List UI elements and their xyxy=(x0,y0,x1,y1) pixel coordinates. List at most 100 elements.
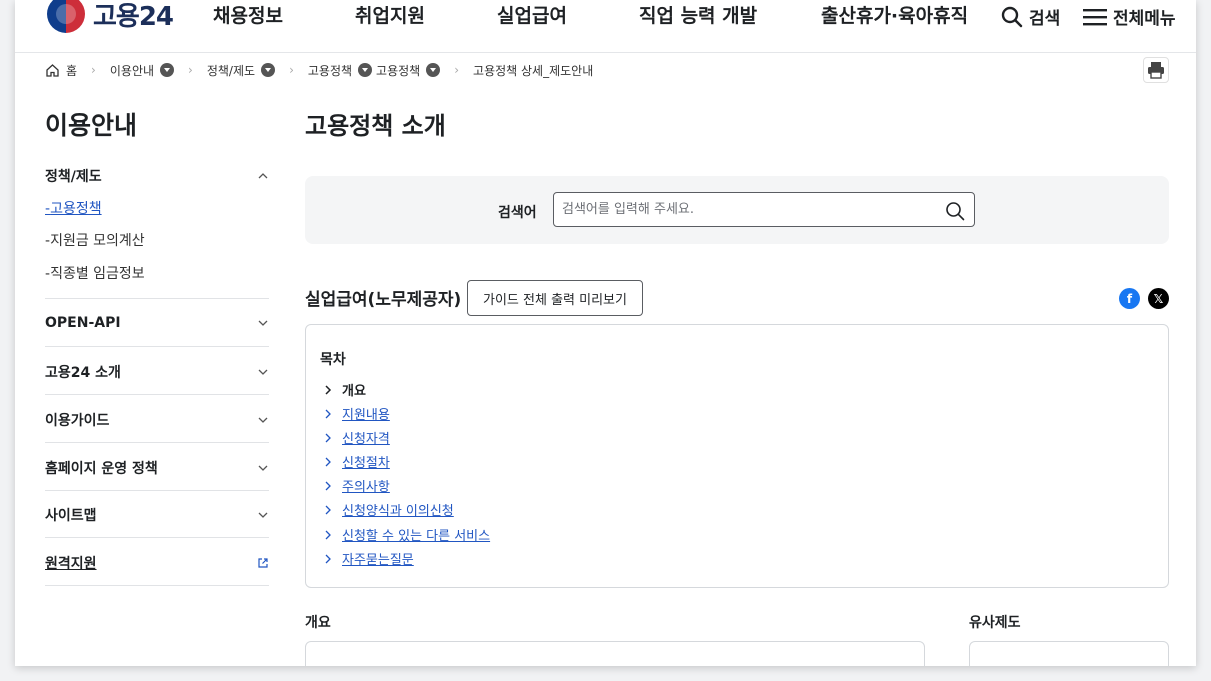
chevron-right-icon xyxy=(325,384,332,395)
sidebar-sub-employment-policy[interactable]: -고용정책 xyxy=(45,198,102,218)
breadcrumb-item-guide[interactable]: 이용안내 xyxy=(110,62,175,79)
toc-item-label: 신청할 수 있는 다른 서비스 xyxy=(342,529,491,544)
toc-item-label: 신청양식과 이의신청 xyxy=(342,504,454,519)
toc-item-label: 신청자격 xyxy=(342,432,390,447)
sidebar-sub-wage-info[interactable]: -직종별 임금정보 xyxy=(45,263,145,283)
logo-mark-icon xyxy=(47,0,85,33)
chevron-down-icon xyxy=(258,320,268,326)
dropdown-icon[interactable] xyxy=(426,63,441,77)
chevron-right-icon xyxy=(325,457,331,466)
external-link-icon xyxy=(258,558,268,568)
divider xyxy=(45,394,269,395)
guide-title: 실업급여(노무제공자) xyxy=(305,290,462,310)
sidebar-sub-subsidy-calc[interactable]: -지원금 모의계산 xyxy=(45,230,145,250)
toc-item-label: 주의사항 xyxy=(342,480,390,495)
divider xyxy=(45,490,269,491)
chevron-right-icon: › xyxy=(91,63,96,77)
sidebar-item-site-policy[interactable]: 홈페이지 운영 정책 xyxy=(45,458,269,478)
overview-panel xyxy=(305,641,925,666)
sidebar-item-open-api[interactable]: OPEN-API xyxy=(45,315,269,331)
dropdown-icon[interactable] xyxy=(160,63,175,77)
chevron-right-icon: › xyxy=(188,63,193,77)
sidebar-item-label: 홈페이지 운영 정책 xyxy=(45,461,158,477)
gnb-menu-parental-leave[interactable]: 출산휴가·육아휴직 xyxy=(821,4,968,28)
breadcrumb: 홈 › 이용안내 › 정책/제도 › 고용정책 고용정책 › 고용정책 상세_제… xyxy=(45,60,593,80)
facebook-share-icon[interactable]: f xyxy=(1119,288,1140,309)
gnb-menu-vocational-training[interactable]: 직업 능력 개발 xyxy=(639,4,757,28)
x-share-icon[interactable]: 𝕏 xyxy=(1148,288,1169,309)
breadcrumb-label: 고용정책 상세_제도안내 xyxy=(473,63,594,78)
sidebar-item-policy[interactable]: 정책/제도 xyxy=(45,166,269,186)
toc-item-overview[interactable]: 개요 xyxy=(324,380,366,399)
gnb-menu-employment-support[interactable]: 취업지원 xyxy=(355,4,425,28)
divider xyxy=(45,585,269,586)
toc-item-other-services[interactable]: 신청할 수 있는 다른 서비스 xyxy=(324,525,490,544)
all-menu-button[interactable]: 전체메뉴 xyxy=(1083,4,1176,29)
dropdown-icon[interactable] xyxy=(261,63,276,77)
gnb-menu-unemployment-benefits[interactable]: 실업급여 xyxy=(497,4,567,28)
breadcrumb-item-policy[interactable]: 정책/제도 xyxy=(206,62,276,79)
toc-item-label: 지원내용 xyxy=(342,408,390,423)
divider xyxy=(45,537,269,538)
chevron-down-icon xyxy=(258,417,268,423)
breadcrumb-label: 고용정책 xyxy=(307,63,353,78)
chevron-up-icon[interactable] xyxy=(257,170,269,182)
sidebar-item-about[interactable]: 고용24 소개 xyxy=(45,362,269,382)
page-frame: 고용24 채용정보 취업지원 실업급여 직업 능력 개발 출산휴가·육아휴직 검… xyxy=(15,0,1196,666)
divider xyxy=(45,442,269,443)
header-search-label: 검색 xyxy=(1029,9,1061,29)
sidebar-sub-label: 고용정책 xyxy=(50,201,102,217)
print-preview-button[interactable]: 가이드 전체 출력 미리보기 xyxy=(467,280,643,316)
chevron-right-icon xyxy=(325,409,331,418)
search-icon[interactable] xyxy=(945,201,965,221)
search-input[interactable] xyxy=(553,192,975,227)
toc-item-cautions[interactable]: 주의사항 xyxy=(324,476,390,495)
dropdown-icon[interactable] xyxy=(358,63,373,77)
global-header: 고용24 채용정보 취업지원 실업급여 직업 능력 개발 출산휴가·육아휴직 검… xyxy=(15,0,1196,53)
logo-text: 고용24 xyxy=(93,1,174,32)
chevron-right-icon xyxy=(325,433,331,442)
toc-item-label: 신청절차 xyxy=(342,456,390,471)
toc-item-support[interactable]: 지원내용 xyxy=(324,404,390,423)
sidebar-item-label: 정책/제도 xyxy=(45,169,102,185)
breadcrumb-home[interactable]: 홈 xyxy=(45,62,77,79)
breadcrumb-label: 고용정책 xyxy=(376,63,421,78)
gnb-menu-jobs[interactable]: 채용정보 xyxy=(213,4,283,28)
overview-title: 개요 xyxy=(305,615,331,631)
chevron-right-icon: › xyxy=(289,63,294,77)
logo[interactable]: 고용24 xyxy=(47,0,174,36)
search-label: 검색어 xyxy=(498,205,537,221)
divider xyxy=(45,298,269,299)
chevron-down-icon xyxy=(258,512,268,518)
divider xyxy=(45,346,269,347)
sidebar-sub-label: 직종별 임금정보 xyxy=(50,266,145,282)
similar-programs-title: 유사제도 xyxy=(969,615,1021,631)
search-icon xyxy=(1001,6,1023,27)
search-panel: 검색어 xyxy=(305,176,1169,244)
sidebar-item-sitemap[interactable]: 사이트맵 xyxy=(45,505,269,525)
chevron-right-icon xyxy=(325,530,331,539)
print-button[interactable] xyxy=(1143,57,1169,83)
breadcrumb-item-employment-policy-2[interactable]: 고용정책 xyxy=(376,62,441,79)
toc-item-eligibility[interactable]: 신청자격 xyxy=(324,428,390,447)
chevron-right-icon xyxy=(325,554,331,563)
sidebar-item-label: 사이트맵 xyxy=(45,508,97,524)
table-of-contents: 목차 개요 지원내용 신청자격 신청절차 주의사항 신청양식과 이의신청 신청할… xyxy=(305,324,1169,588)
toc-item-forms-appeal[interactable]: 신청양식과 이의신청 xyxy=(324,500,454,519)
sidebar-item-label: 원격지원 xyxy=(45,556,97,572)
toc-item-label: 자주묻는질문 xyxy=(342,553,414,568)
header-search-button[interactable]: 검색 xyxy=(1001,4,1060,29)
home-icon xyxy=(46,63,59,77)
chevron-down-icon xyxy=(258,369,268,375)
similar-programs-panel xyxy=(969,641,1169,666)
breadcrumb-item-employment-policy[interactable]: 고용정책 xyxy=(308,62,376,79)
toc-item-faq[interactable]: 자주묻는질문 xyxy=(324,549,414,568)
chevron-right-icon xyxy=(325,481,331,490)
sidebar-sub-label: 지원금 모의계산 xyxy=(50,233,145,249)
breadcrumb-label: 정책/제도 xyxy=(206,63,256,78)
toc-item-label: 개요 xyxy=(342,384,366,399)
sidebar-item-remote-support[interactable]: 원격지원 xyxy=(45,553,269,573)
breadcrumb-home-label: 홈 xyxy=(66,63,78,78)
sidebar-item-user-guide[interactable]: 이용가이드 xyxy=(45,410,269,430)
toc-item-procedure[interactable]: 신청절차 xyxy=(324,452,390,471)
